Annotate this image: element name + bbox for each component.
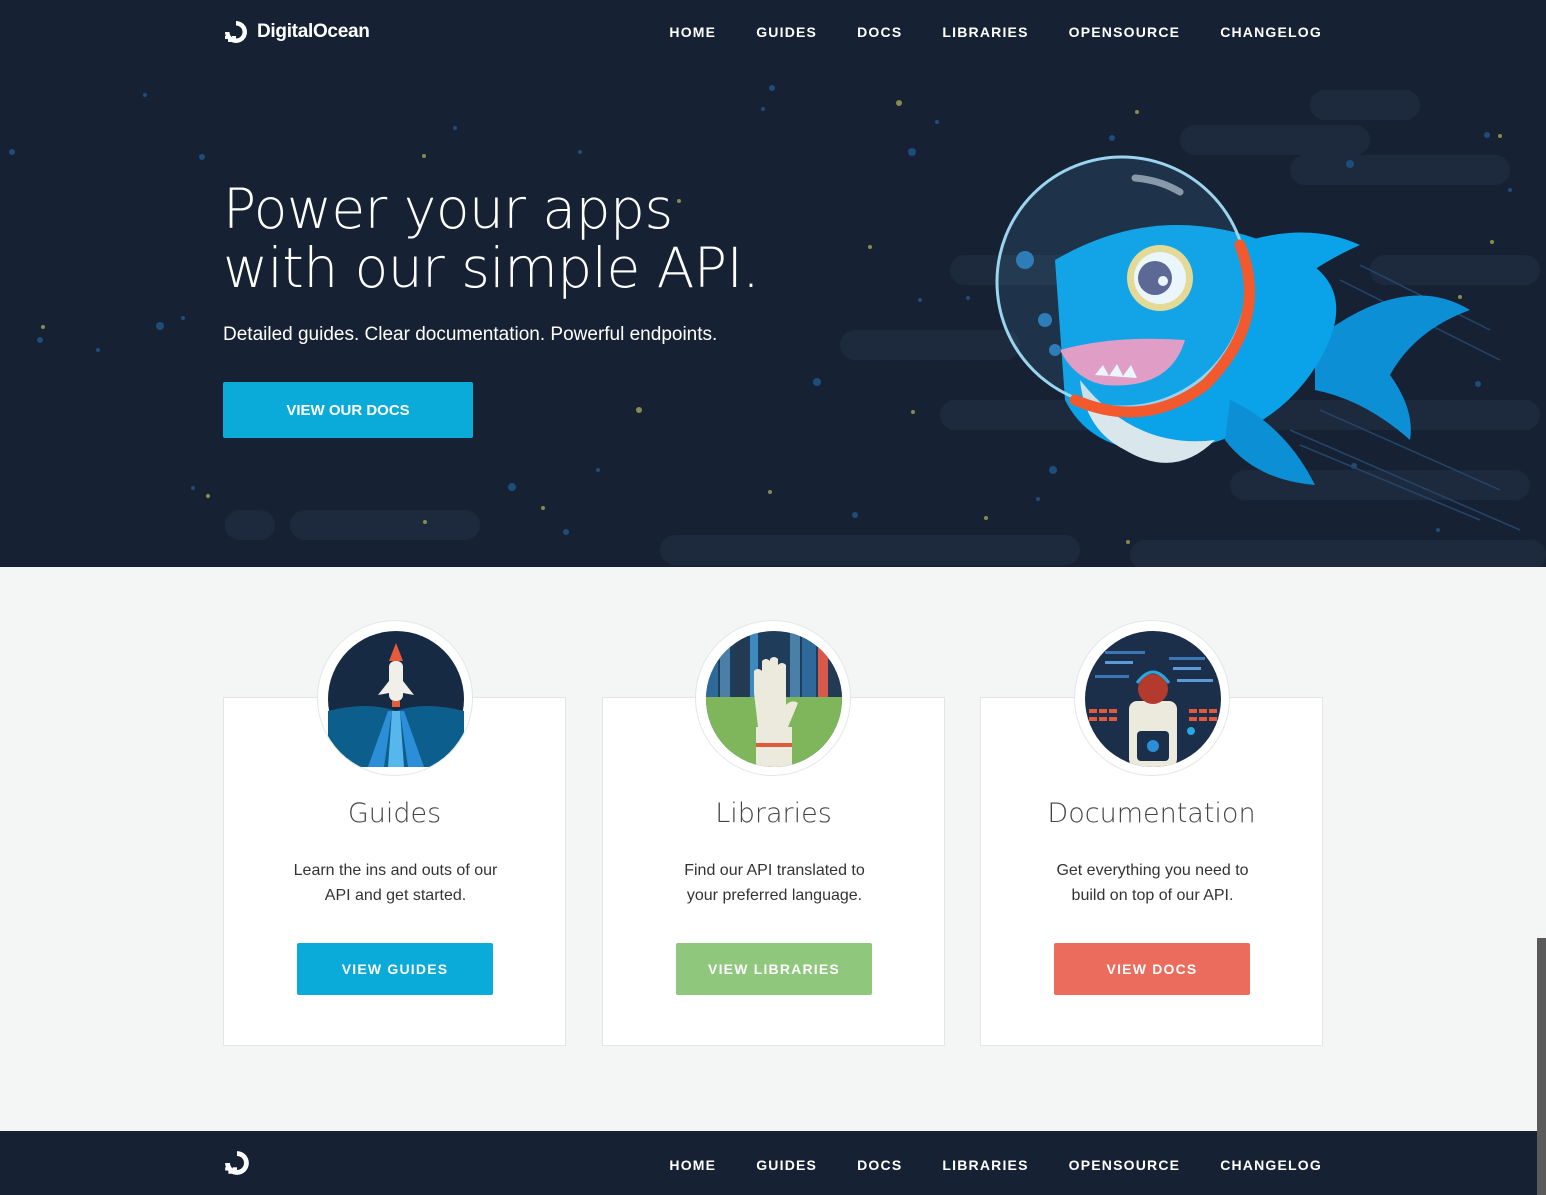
card-description: Get everything you need to build on top … — [1021, 858, 1284, 908]
digitalocean-logo-icon[interactable] — [223, 1149, 251, 1177]
hero-title: Power your apps with our simple API. — [223, 180, 923, 298]
card-desc-line1: Learn the ins and outs of our — [293, 862, 498, 879]
nav-home[interactable]: HOME — [669, 24, 716, 40]
top-navigation: DigitalOcean HOME GUIDES DOCS LIBRARIES … — [0, 0, 1546, 66]
hero-title-line2: with our simple API. — [223, 236, 760, 300]
card-desc-line1: Find our API translated to — [684, 862, 865, 879]
footer-nav-home[interactable]: HOME — [669, 1157, 716, 1173]
astronaut-console-icon — [1074, 620, 1230, 776]
view-docs-button[interactable]: VIEW DOCS — [1054, 943, 1250, 995]
view-guides-button[interactable]: VIEW GUIDES — [297, 943, 493, 995]
footer-nav-libraries[interactable]: LIBRARIES — [942, 1157, 1028, 1173]
nav-changelog[interactable]: CHANGELOG — [1220, 24, 1322, 40]
card-desc-line1: Get everything you need to — [1056, 862, 1249, 879]
footer: HOME GUIDES DOCS LIBRARIES OPENSOURCE CH… — [0, 1131, 1546, 1195]
nav-docs[interactable]: DOCS — [857, 24, 902, 40]
card-desc-line2: your preferred language. — [686, 887, 863, 904]
glove-hand-icon — [695, 620, 851, 776]
card-title: Libraries — [715, 798, 832, 829]
brand-logo[interactable]: DigitalOcean — [223, 19, 370, 45]
card-desc-line2: API and get started. — [324, 887, 467, 904]
footer-nav: HOME GUIDES DOCS LIBRARIES OPENSOURCE CH… — [669, 1157, 1322, 1173]
hero-text: Power your apps with our simple API. Det… — [223, 180, 923, 346]
main-nav: HOME GUIDES DOCS LIBRARIES OPENSOURCE CH… — [669, 24, 1322, 40]
astronaut-shark-illustration — [995, 155, 1470, 485]
nav-opensource[interactable]: OPENSOURCE — [1069, 24, 1181, 40]
card-title: Guides — [347, 798, 442, 829]
footer-nav-changelog[interactable]: CHANGELOG — [1220, 1157, 1322, 1173]
hero-subtitle: Detailed guides. Clear documentation. Po… — [223, 324, 718, 345]
view-libraries-button[interactable]: VIEW LIBRARIES — [676, 943, 872, 995]
hero-section: DigitalOcean HOME GUIDES DOCS LIBRARIES … — [0, 0, 1546, 567]
brand-name: DigitalOcean — [257, 21, 370, 42]
card-desc-line2: build on top of our API. — [1071, 887, 1234, 904]
footer-nav-guides[interactable]: GUIDES — [756, 1157, 817, 1173]
scrollbar-thumb[interactable] — [1537, 938, 1546, 1195]
rocket-icon — [317, 620, 473, 776]
hero-title-line1: Power your apps — [223, 177, 673, 241]
features-section: Guides Learn the ins and outs of our API… — [223, 620, 1323, 1046]
card-description: Learn the ins and outs of our API and ge… — [264, 858, 527, 908]
card-description: Find our API translated to your preferre… — [643, 858, 906, 908]
footer-nav-docs[interactable]: DOCS — [857, 1157, 902, 1173]
nav-guides[interactable]: GUIDES — [756, 24, 817, 40]
nav-libraries[interactable]: LIBRARIES — [942, 24, 1028, 40]
digitalocean-logo-icon — [225, 21, 247, 43]
card-title: Documentation — [1047, 798, 1256, 829]
view-our-docs-button[interactable]: VIEW OUR DOCS — [223, 382, 473, 438]
footer-nav-opensource[interactable]: OPENSOURCE — [1069, 1157, 1181, 1173]
